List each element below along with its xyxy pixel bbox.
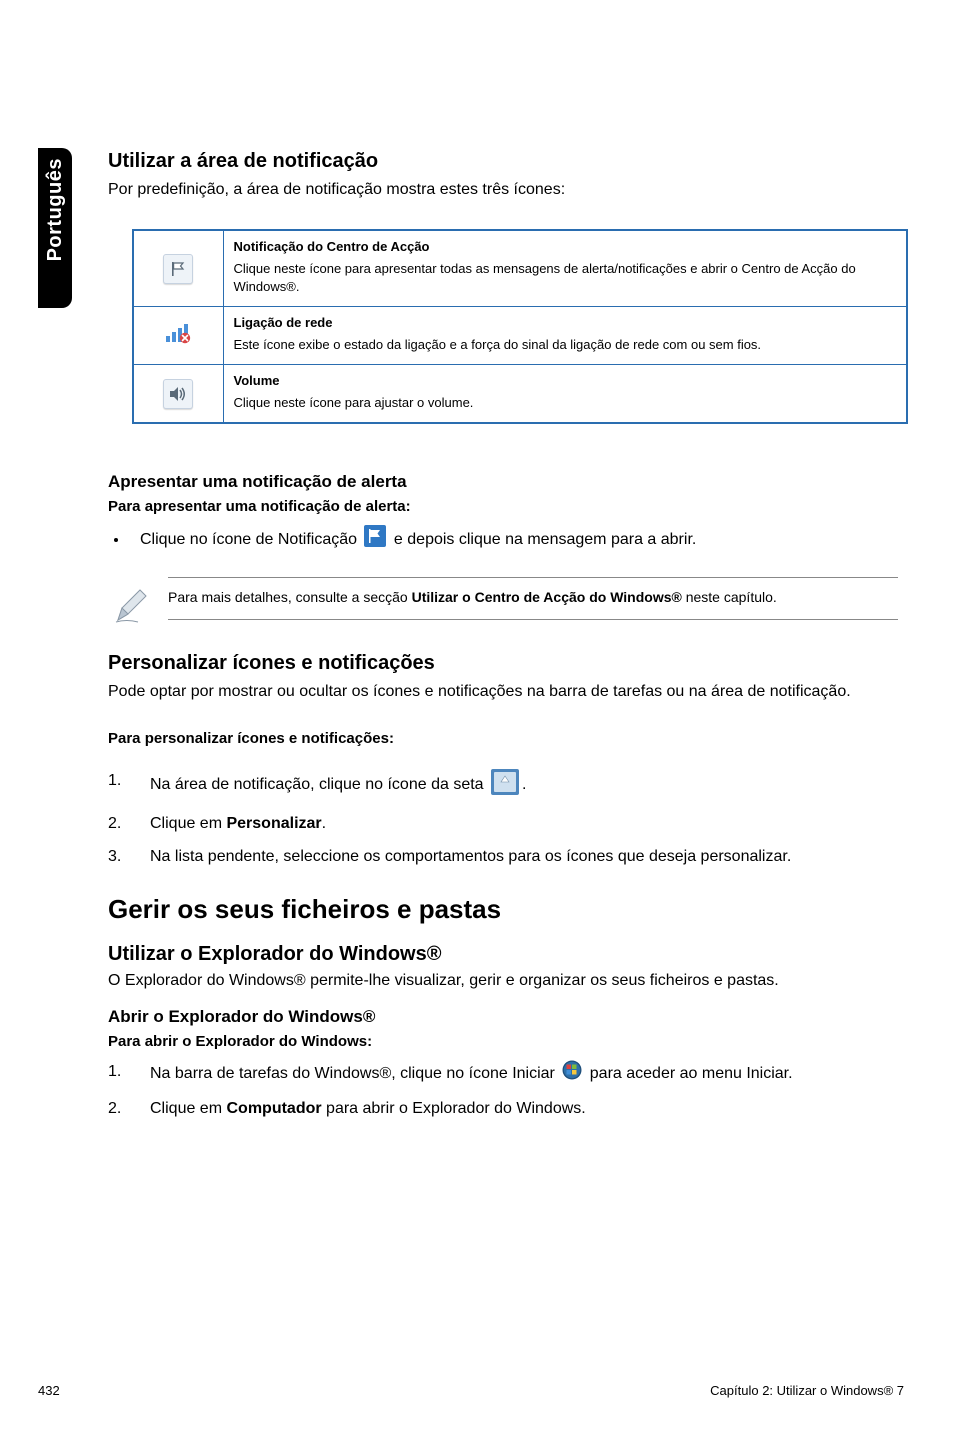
- bullet-dot: [114, 538, 118, 542]
- note-text: Para mais detalhes, consulte a secção Ut…: [168, 588, 898, 608]
- page-number: 432: [38, 1383, 60, 1398]
- table-text-cell: Notificação do Centro de Acção Clique ne…: [223, 230, 907, 307]
- heading-show-alert: Apresentar uma notificação de alerta: [108, 472, 898, 492]
- step-post: para abrir o Explorador do Windows.: [322, 1100, 586, 1117]
- row-desc: Clique neste ícone para apresentar todas…: [234, 261, 856, 294]
- network-bars-icon: [165, 322, 191, 349]
- step-number: 1.: [108, 1060, 126, 1083]
- step-number: 3.: [108, 845, 126, 868]
- arrow-up-tray-icon: [491, 769, 519, 802]
- subheading-show-alert: Para apresentar uma notificação de alert…: [108, 498, 898, 515]
- action-center-flag-icon: [364, 525, 386, 554]
- list-item: 1. Na barra de tarefas do Windows®, cliq…: [108, 1060, 898, 1087]
- bullet-text: Clique no ícone de Notificação e depois …: [140, 525, 696, 554]
- volume-speaker-icon: [163, 379, 193, 409]
- step-pre: Clique em: [150, 1100, 226, 1117]
- heading-customize-icons: Personalizar ícones e notificações: [108, 652, 898, 675]
- list-item: 2. Clique em Personalizar.: [108, 812, 898, 835]
- intro-customize-icons: Pode optar por mostrar ou ocultar os íco…: [108, 681, 898, 703]
- page-footer: 432 Capítulo 2: Utilizar o Windows® 7: [38, 1383, 904, 1398]
- windows-start-orb-icon: [562, 1060, 582, 1087]
- step-number: 2.: [108, 812, 126, 835]
- notification-icons-table: Notificação do Centro de Acção Clique ne…: [132, 229, 908, 424]
- language-label: Português: [44, 158, 67, 261]
- steps-customize: 1. Na área de notificação, clique no íco…: [108, 769, 898, 869]
- heading-notification-area: Utilizar a área de notificação: [108, 150, 898, 173]
- step-text: Na lista pendente, seleccione os comport…: [150, 845, 791, 868]
- table-text-cell: Ligação de rede Este ícone exibe o estad…: [223, 307, 907, 365]
- table-icon-cell: [133, 230, 223, 307]
- step-pre: Na área de notificação, clique no ícone …: [150, 776, 488, 793]
- table-icon-cell: [133, 307, 223, 365]
- pencil-icon: [112, 586, 152, 631]
- list-item: 3. Na lista pendente, seleccione os comp…: [108, 845, 898, 868]
- bullet-post: e depois clique na mensagem para a abrir…: [394, 531, 696, 548]
- step-bold: Computador: [226, 1100, 321, 1117]
- step-text: Clique em Personalizar.: [150, 812, 326, 835]
- step-pre: Clique em: [150, 815, 226, 832]
- steps-open-explorer: 1. Na barra de tarefas do Windows®, cliq…: [108, 1060, 898, 1120]
- note-pre: Para mais detalhes, consulte a secção: [168, 589, 412, 605]
- language-side-tab: Português: [38, 148, 72, 308]
- table-row: Notificação do Centro de Acção Clique ne…: [133, 230, 907, 307]
- row-title: Notificação do Centro de Acção: [234, 239, 897, 254]
- intro-windows-explorer: O Explorador do Windows® permite-lhe vis…: [108, 970, 898, 992]
- heading-open-explorer: Abrir o Explorador do Windows®: [108, 1007, 898, 1027]
- table-icon-cell: [133, 365, 223, 424]
- page-content: Utilizar a área de notificação Por prede…: [108, 150, 898, 1130]
- note-bold: Utilizar o Centro de Acção do Windows®: [412, 589, 682, 605]
- note-inner: Para mais detalhes, consulte a secção Ut…: [168, 577, 898, 621]
- step-bold: Personalizar: [226, 815, 321, 832]
- step-text: Na barra de tarefas do Windows®, clique …: [150, 1060, 793, 1087]
- heading-manage-files: Gerir os seus ficheiros e pastas: [108, 894, 898, 925]
- row-title: Volume: [234, 373, 897, 388]
- table-text-cell: Volume Clique neste ícone para ajustar o…: [223, 365, 907, 424]
- subheading-customize: Para personalizar ícones e notificações:: [108, 730, 898, 747]
- step-text: Na área de notificação, clique no ícone …: [150, 769, 526, 802]
- chapter-label: Capítulo 2: Utilizar o Windows® 7: [710, 1383, 904, 1398]
- intro-notification-area: Por predefinição, a área de notificação …: [108, 179, 898, 201]
- table-row: Ligação de rede Este ícone exibe o estad…: [133, 307, 907, 365]
- heading-windows-explorer: Utilizar o Explorador do Windows®: [108, 943, 898, 966]
- list-item: 2. Clique em Computador para abrir o Exp…: [108, 1097, 898, 1120]
- list-item: 1. Na área de notificação, clique no íco…: [108, 769, 898, 802]
- step-number: 2.: [108, 1097, 126, 1120]
- note-box: Para mais detalhes, consulte a secção Ut…: [108, 577, 898, 621]
- bullet-pre: Clique no ícone de Notificação: [140, 531, 361, 548]
- note-post: neste capítulo.: [682, 589, 777, 605]
- step-post: para aceder ao menu Iniciar.: [590, 1065, 793, 1082]
- step-post: .: [322, 815, 326, 832]
- step-pre: Na barra de tarefas do Windows®, clique …: [150, 1065, 559, 1082]
- subheading-open-explorer: Para abrir o Explorador do Windows:: [108, 1033, 898, 1050]
- step-post: .: [522, 776, 526, 793]
- row-title: Ligação de rede: [234, 315, 897, 330]
- step-text: Clique em Computador para abrir o Explor…: [150, 1097, 586, 1120]
- bullet-show-alert: Clique no ícone de Notificação e depois …: [108, 525, 898, 554]
- step-number: 1.: [108, 769, 126, 792]
- row-desc: Este ícone exibe o estado da ligação e a…: [234, 337, 762, 352]
- table-row: Volume Clique neste ícone para ajustar o…: [133, 365, 907, 424]
- action-center-flag-icon: [163, 254, 193, 284]
- row-desc: Clique neste ícone para ajustar o volume…: [234, 395, 474, 410]
